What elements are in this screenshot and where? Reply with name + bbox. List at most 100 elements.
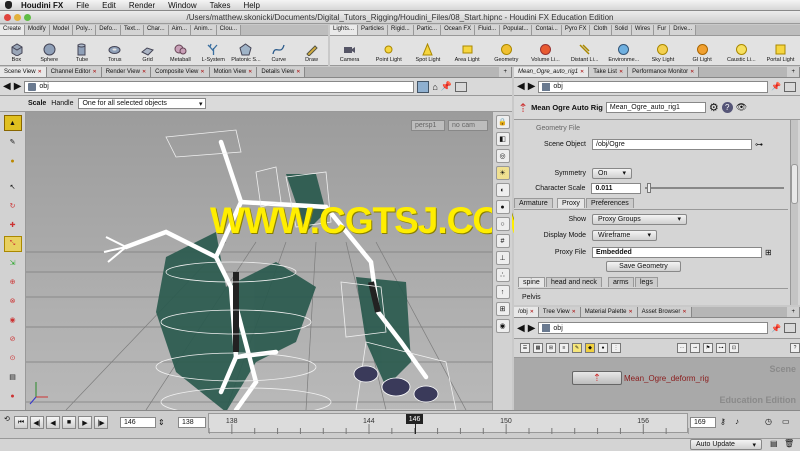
tree-icon[interactable]: ⋮ (611, 343, 621, 353)
frame-ruler[interactable]: 138 144 150 156 146 (208, 413, 689, 434)
shelf-tab-character[interactable]: Char... (143, 25, 169, 35)
tab-performance-monitor[interactable]: Performance Monitor ✕ (628, 67, 700, 77)
close-icon[interactable]: ✕ (92, 69, 96, 75)
persp-menu[interactable]: persp1 (411, 120, 445, 131)
render-tool[interactable]: ● (4, 388, 22, 404)
rotate-tool[interactable]: ↻ (4, 198, 22, 214)
area-light-tool[interactable]: Area Light (448, 36, 487, 65)
normal-display-icon[interactable]: ↑ (495, 285, 510, 299)
tab-armature[interactable]: Armature (514, 198, 553, 208)
stop-button[interactable]: ■ (62, 416, 76, 429)
add-tab-button[interactable]: + (499, 67, 512, 77)
end-frame-field[interactable]: 169 (690, 417, 716, 428)
cam-menu[interactable]: no cam (448, 120, 488, 131)
clock-icon[interactable]: ◷ (765, 417, 772, 426)
scene-viewport[interactable]: persp1 no cam (26, 112, 492, 410)
tab-tree-view[interactable]: Tree View ✕ (538, 307, 581, 317)
shelf-tab-container[interactable]: Contai... (532, 25, 562, 35)
forward-arrow-icon[interactable]: ▶ (528, 81, 536, 92)
tab-node-params[interactable]: Mean_Ogre_auto_rig1 ✕ (514, 67, 590, 77)
platonic-tool[interactable]: Platonic S... (230, 36, 263, 65)
grid-tool[interactable]: Grid (131, 36, 164, 65)
close-window-icon[interactable] (4, 14, 11, 21)
file-chooser-icon[interactable]: ⊞ (765, 248, 772, 257)
shelf-tab-deform[interactable]: Defo... (96, 25, 121, 35)
tab-details-view[interactable]: Details View ✕ (257, 67, 306, 77)
lock-icon[interactable]: 🔒 (495, 115, 510, 129)
zoom-window-icon[interactable] (24, 14, 31, 21)
close-icon[interactable]: ✕ (248, 69, 252, 75)
note-icon[interactable]: ✎ (572, 343, 582, 353)
tab-material-palette[interactable]: Material Palette ✕ (580, 307, 638, 317)
node-name-field[interactable]: Mean_Ogre_auto_rig1 (605, 102, 706, 113)
thumbnail-icon[interactable]: ▦ (533, 343, 543, 353)
align-icon[interactable]: ≡ (559, 343, 569, 353)
parameter-path-field[interactable]: obj (538, 80, 769, 93)
shelf-tab-create[interactable]: Create (0, 25, 26, 35)
snap-grid-icon[interactable]: ⊞ (546, 343, 556, 353)
pose-tool[interactable]: ✎ (4, 134, 22, 150)
trash-icon[interactable]: 🗑 (784, 439, 794, 448)
close-icon[interactable]: ✕ (690, 69, 694, 75)
display-options-icon[interactable]: ◧ (495, 132, 510, 146)
jump-start-button[interactable]: ⏮ (14, 416, 28, 429)
shelf-tab-lights[interactable]: Lights... (330, 25, 359, 35)
cache-icon[interactable]: ▤ (770, 439, 778, 448)
step-forward-button[interactable]: |▶ (94, 416, 108, 429)
close-icon[interactable]: ✕ (200, 69, 204, 75)
tube-tool[interactable]: Tube (66, 36, 99, 65)
translate-tool[interactable]: ✚ (4, 217, 22, 233)
start-frame-field[interactable]: 138 (178, 417, 206, 428)
apple-icon[interactable] (5, 1, 12, 9)
character-scale-slider[interactable] (645, 183, 784, 193)
metaball-tool[interactable]: Metaball (164, 36, 197, 65)
tab-head-and-neck[interactable]: head and neck (546, 277, 602, 287)
menu-takes[interactable]: Takes (210, 1, 231, 10)
realtime-toggle-icon[interactable]: ⟲ (4, 415, 10, 423)
shelf-tab-wires[interactable]: Wires (631, 25, 655, 35)
camera-view-icon[interactable]: ◎ (495, 149, 510, 163)
network-path-field[interactable]: obj (538, 322, 769, 334)
step-back-button[interactable]: ◀| (30, 416, 44, 429)
visibility-icon[interactable]: ◉ (495, 319, 510, 333)
play-button[interactable]: ▶ (78, 416, 92, 429)
shelf-tab-model[interactable]: Model (49, 25, 74, 35)
sphere-tool[interactable]: Sphere (33, 36, 66, 65)
flag-icon[interactable]: ⚑ (703, 343, 713, 353)
color-palette-icon[interactable]: ◆ (585, 343, 595, 353)
pin-icon[interactable]: 📌 (441, 81, 452, 92)
save-geometry-button[interactable]: Save Geometry (606, 261, 681, 272)
shelf-tab-solid[interactable]: Solid (611, 25, 632, 35)
shelf-tab-populate[interactable]: Populat... (500, 25, 533, 35)
environment-light-tool[interactable]: Environme... (604, 36, 643, 65)
key-icon[interactable]: ⚷ (720, 417, 726, 426)
character-scale-field[interactable]: 0.011 (591, 182, 642, 194)
geometry-light-tool[interactable]: Geometry (487, 36, 526, 65)
handle-tool[interactable]: ⇲ (4, 255, 22, 271)
snapshot-tool[interactable]: ▤ (4, 369, 22, 385)
move-tool[interactable]: ● (4, 153, 22, 169)
tab-legs[interactable]: legs (635, 277, 658, 287)
help-icon[interactable]: ? (721, 102, 733, 113)
shelf-tab-rigid[interactable]: Rigid... (388, 25, 414, 35)
sky-light-tool[interactable]: Sky Light (643, 36, 682, 65)
forward-arrow-icon[interactable]: ▶ (528, 323, 536, 334)
node-chooser-icon[interactable]: ⊶ (755, 140, 763, 149)
minimize-window-icon[interactable] (14, 14, 21, 21)
tab-spine[interactable]: spine (518, 277, 545, 287)
snap-icon[interactable]: ⊞ (495, 302, 510, 316)
caustic-light-tool[interactable]: Caustic Li... (722, 36, 761, 65)
bone-tool[interactable]: ⊘ (4, 331, 22, 347)
menu-edit[interactable]: Edit (102, 1, 116, 10)
ellipsis-icon[interactable]: ⋯ (677, 343, 687, 353)
list-view-icon[interactable]: ☰ (520, 343, 530, 353)
wire-icon[interactable]: ⊶ (716, 343, 726, 353)
shelf-tab-ocean[interactable]: Ocean FX (441, 25, 476, 35)
menu-file[interactable]: File (76, 1, 89, 10)
close-icon[interactable]: ✕ (572, 309, 576, 315)
viewport-path-field[interactable]: obj (24, 80, 415, 93)
menu-render[interactable]: Render (129, 1, 155, 10)
add-tab-button[interactable]: + (787, 67, 800, 77)
pin-icon[interactable]: 📌 (771, 82, 781, 91)
range-icon[interactable]: ▭ (782, 417, 790, 426)
